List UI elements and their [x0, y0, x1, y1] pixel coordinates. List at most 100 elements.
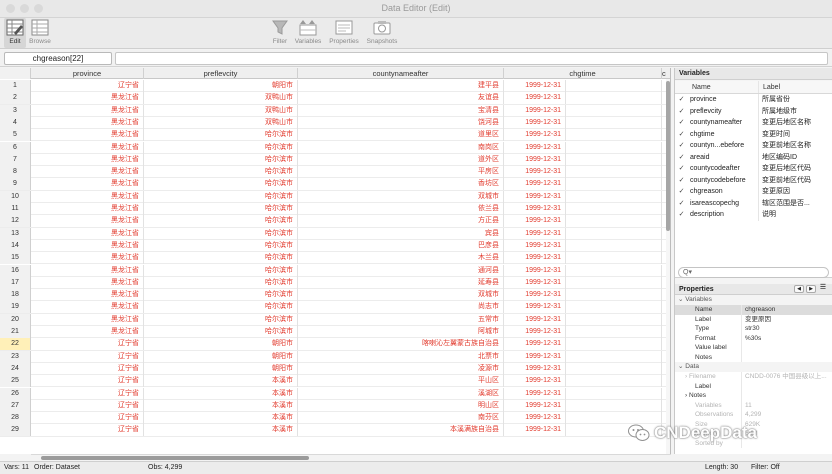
- cell-chgtime[interactable]: 1999-12-31: [504, 350, 566, 363]
- cell-province[interactable]: 黑龙江省: [31, 129, 144, 142]
- cell-province[interactable]: 辽宁省: [31, 350, 144, 363]
- cell-province[interactable]: 黑龙江省: [31, 104, 144, 117]
- cell-chgreason[interactable]: [566, 264, 662, 277]
- cell-preflevcity[interactable]: 哈尔滨市: [144, 252, 298, 265]
- cell-chgtime[interactable]: 1999-12-31: [504, 375, 566, 388]
- property-row[interactable]: Observations 4,299: [675, 410, 832, 420]
- property-row[interactable]: › Notes: [675, 391, 832, 401]
- variable-visible-checkbox[interactable]: ✓: [675, 129, 688, 141]
- property-row[interactable]: Label: [675, 381, 832, 391]
- row-number[interactable]: 24: [0, 362, 31, 375]
- cell-preflevcity[interactable]: 哈尔滨市: [144, 215, 298, 228]
- cell-chgtime[interactable]: 1999-12-31: [504, 326, 566, 338]
- variables-search-input[interactable]: Q▾: [678, 267, 829, 278]
- variable-visible-checkbox[interactable]: ✓: [675, 209, 688, 221]
- variable-visible-checkbox[interactable]: ✓: [675, 163, 688, 175]
- cell-chgreason[interactable]: [566, 289, 662, 302]
- cell-province[interactable]: 黑龙江省: [31, 239, 144, 252]
- row-number[interactable]: 6: [0, 141, 31, 154]
- cell-countynameafter[interactable]: 方正县: [298, 215, 504, 228]
- variable-list-item[interactable]: ✓ countynameafter 变更后地区名称: [675, 117, 832, 129]
- cell-chgtime[interactable]: 1999-12-31: [504, 80, 566, 92]
- cell-preflevcity[interactable]: 哈尔滨市: [144, 289, 298, 302]
- cell-preflevcity[interactable]: 哈尔滨市: [144, 264, 298, 277]
- cell-chgreason[interactable]: [566, 399, 662, 412]
- table-row[interactable]: 25 辽宁省 本溪市 平山区 1999-12-31: [0, 375, 670, 388]
- row-number[interactable]: 7: [0, 153, 31, 166]
- cell-chgreason[interactable]: [566, 153, 662, 166]
- cell-countynameafter[interactable]: 明山区: [298, 399, 504, 412]
- cell-chgreason[interactable]: [566, 80, 662, 92]
- cell-province[interactable]: 黑龙江省: [31, 178, 144, 191]
- cell-countynameafter[interactable]: 木兰县: [298, 252, 504, 265]
- row-number[interactable]: 15: [0, 252, 31, 265]
- variable-visible-checkbox[interactable]: ✓: [675, 175, 688, 187]
- cell-chgtime[interactable]: 1999-12-31: [504, 129, 566, 142]
- filter-button[interactable]: Filter: [269, 19, 291, 45]
- row-number[interactable]: 12: [0, 215, 31, 228]
- property-row[interactable]: Notes: [675, 352, 832, 362]
- row-number[interactable]: 2: [0, 92, 31, 105]
- table-row[interactable]: 7 黑龙江省 哈尔滨市 道外区 1999-12-31: [0, 153, 670, 167]
- cell-chgreason[interactable]: [566, 215, 662, 228]
- cell-preflevcity[interactable]: 哈尔滨市: [144, 203, 298, 215]
- table-row[interactable]: 23 辽宁省 朝阳市 北票市 1999-12-31: [0, 350, 670, 363]
- cell-chgtime[interactable]: 1999-12-31: [504, 190, 566, 203]
- cell-chgreason[interactable]: [566, 227, 662, 240]
- table-row[interactable]: 10 黑龙江省 哈尔滨市 双城市 1999-12-31: [0, 190, 670, 203]
- cell-countynameafter[interactable]: 香坊区: [298, 178, 504, 191]
- cell-chgreason[interactable]: [566, 276, 662, 289]
- cell-preflevcity[interactable]: 哈尔滨市: [144, 239, 298, 252]
- cell-chgtime[interactable]: 1999-12-31: [504, 289, 566, 302]
- cell-chgreason[interactable]: [566, 338, 662, 351]
- cell-preflevcity[interactable]: 双鸭山市: [144, 116, 298, 129]
- cell-preflevcity[interactable]: 哈尔滨市: [144, 301, 298, 314]
- cell-chgreason[interactable]: [566, 190, 662, 203]
- cell-chgtime[interactable]: 1999-12-31: [504, 227, 566, 240]
- cell-chgtime[interactable]: 1999-12-31: [504, 252, 566, 265]
- cell-province[interactable]: 黑龙江省: [31, 227, 144, 240]
- cell-countynameafter[interactable]: 道外区: [298, 153, 504, 166]
- table-row[interactable]: 12 黑龙江省 哈尔滨市 方正县 1999-12-31: [0, 215, 670, 228]
- variable-visible-checkbox[interactable]: ✓: [675, 198, 688, 210]
- variable-list-item[interactable]: ✓ isareascopechg 辖区范围是否...: [675, 197, 832, 210]
- cell-chgtime[interactable]: 1999-12-31: [504, 166, 566, 179]
- row-number[interactable]: 20: [0, 313, 31, 326]
- cell-province[interactable]: 黑龙江省: [31, 190, 144, 203]
- table-row[interactable]: 29 辽宁省 本溪市 本溪满族自治县 1999-12-31: [0, 424, 670, 437]
- cell-preflevcity[interactable]: 哈尔滨市: [144, 178, 298, 191]
- prev-variable-button[interactable]: ◀: [794, 285, 804, 293]
- cell-countynameafter[interactable]: 凌源市: [298, 362, 504, 375]
- label-column-header[interactable]: Label: [759, 81, 832, 93]
- cell-chgtime[interactable]: 1999-12-31: [504, 362, 566, 375]
- cell-chgtime[interactable]: 1999-12-31: [504, 153, 566, 166]
- cell-province[interactable]: 黑龙江省: [31, 153, 144, 166]
- cell-chgtime[interactable]: 1999-12-31: [504, 239, 566, 252]
- cell-chgreason[interactable]: [566, 350, 662, 363]
- cell-province[interactable]: 黑龙江省: [31, 301, 144, 314]
- cell-chgtime[interactable]: 1999-12-31: [504, 276, 566, 289]
- cell-value-input[interactable]: [115, 52, 828, 65]
- variable-list-item[interactable]: ✓ countycodebefore 变更前地区代码: [675, 174, 832, 187]
- variable-list-item[interactable]: ✓ province 所属省份: [675, 94, 832, 106]
- row-number[interactable]: 14: [0, 239, 31, 252]
- horizontal-scroll-thumb[interactable]: [41, 456, 309, 460]
- cell-countynameafter[interactable]: 依兰县: [298, 203, 504, 215]
- cell-chgreason[interactable]: [566, 129, 662, 142]
- properties-menu-icon[interactable]: ☰: [818, 284, 828, 293]
- cell-preflevcity[interactable]: 本溪市: [144, 399, 298, 412]
- table-row[interactable]: 28 辽宁省 本溪市 南芬区 1999-12-31: [0, 412, 670, 425]
- cell-preflevcity[interactable]: 哈尔滨市: [144, 313, 298, 326]
- cell-chgtime[interactable]: 1999-12-31: [504, 264, 566, 277]
- cell-preflevcity[interactable]: 本溪市: [144, 412, 298, 425]
- table-row[interactable]: 15 黑龙江省 哈尔滨市 木兰县 1999-12-31: [0, 252, 670, 265]
- cell-province[interactable]: 黑龙江省: [31, 215, 144, 228]
- cell-chgreason[interactable]: [566, 92, 662, 105]
- property-row[interactable]: Variables 11: [675, 400, 832, 410]
- cell-preflevcity[interactable]: 本溪市: [144, 387, 298, 400]
- cell-preflevcity[interactable]: 哈尔滨市: [144, 141, 298, 154]
- cell-province[interactable]: 辽宁省: [31, 399, 144, 412]
- snapshots-button[interactable]: Snapshots: [364, 19, 400, 45]
- row-number[interactable]: 25: [0, 375, 31, 388]
- variable-visible-checkbox[interactable]: ✓: [675, 140, 688, 152]
